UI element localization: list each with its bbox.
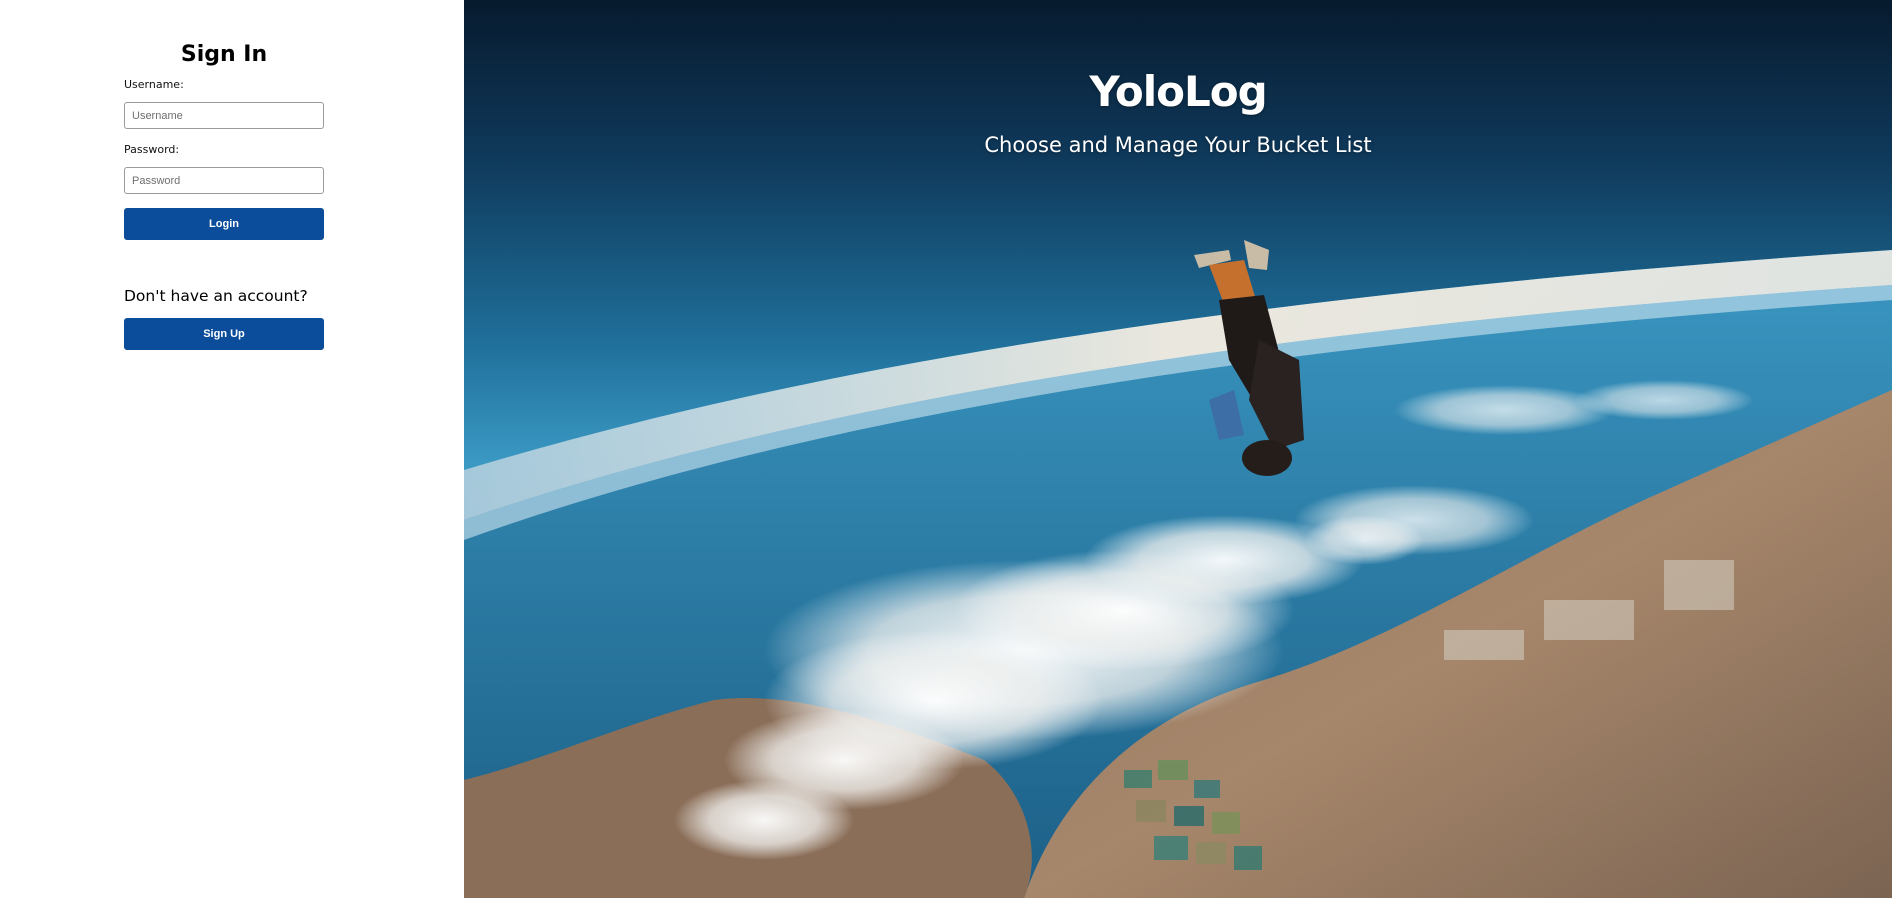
login-button[interactable]: Login	[124, 208, 324, 240]
signup-button[interactable]: Sign Up	[124, 318, 324, 350]
password-label: Password:	[124, 143, 180, 156]
signin-form: Sign In Username: Password: Login Don't …	[124, 40, 324, 350]
hero-text: YoloLog Choose and Manage Your Bucket Li…	[464, 62, 1892, 160]
username-label: Username:	[124, 78, 184, 91]
signin-panel: Sign In Username: Password: Login Don't …	[0, 0, 464, 898]
signin-title: Sign In	[180, 42, 268, 67]
app-title: YoloLog	[1089, 67, 1267, 116]
app-tagline: Choose and Manage Your Bucket List	[984, 133, 1372, 157]
page: Sign In Username: Password: Login Don't …	[0, 0, 1892, 898]
signup-prompt: Don't have an account?	[124, 287, 308, 305]
hero-section: YoloLog Choose and Manage Your Bucket Li…	[464, 0, 1892, 898]
username-input[interactable]	[124, 102, 324, 129]
password-input[interactable]	[124, 167, 324, 194]
